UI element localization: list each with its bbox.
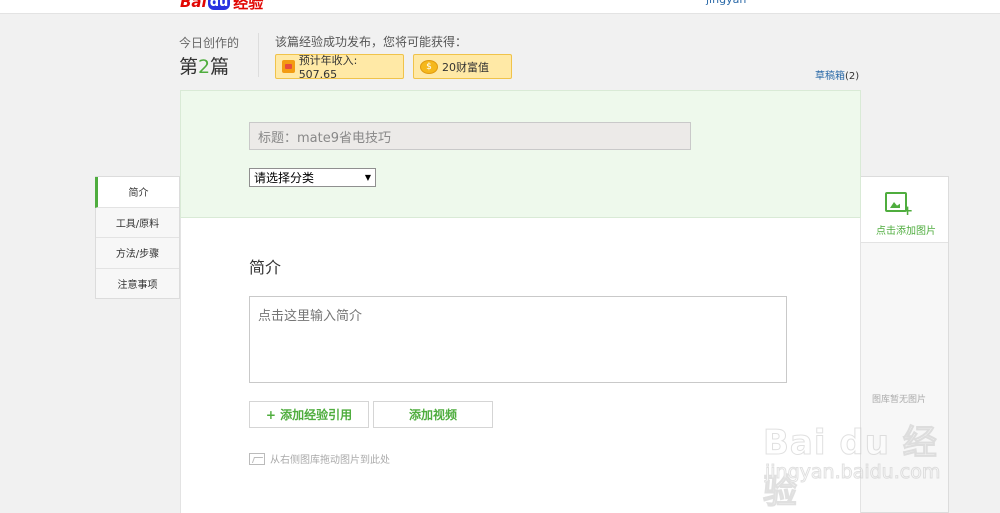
income-label: 预计年收入: 507.65 (298, 54, 358, 81)
coin-icon: $ (420, 59, 438, 74)
category-select[interactable]: 请选择分类 ▼ (249, 168, 376, 187)
side-nav-item-steps[interactable]: 方法/步骤 (96, 238, 179, 269)
section-title: 简介 (249, 258, 282, 277)
today-label: 今日创作的 (179, 36, 240, 50)
side-nav-item-notes[interactable]: 注意事项 (96, 269, 179, 300)
side-nav-item-tools[interactable]: 工具/原料 (96, 208, 179, 238)
today-count: 第2篇 (179, 56, 230, 78)
title-input[interactable] (249, 122, 691, 150)
gallery-empty-text: 图库暂无图片 (872, 395, 927, 405)
income-badge: 预计年收入: 507.65 (275, 54, 404, 81)
title-section (180, 90, 861, 218)
image-icon (249, 452, 265, 465)
user-link[interactable]: jingyan (706, 0, 746, 6)
add-quote-button[interactable]: + 添加经验引用 (249, 401, 369, 428)
wealth-label: 20财富值 (442, 60, 489, 74)
reward-text: 该篇经验成功发布，您将可能获得： (275, 35, 468, 49)
side-nav-item-intro[interactable]: 简介 (95, 177, 179, 208)
baidu-jingyan-logo[interactable]: Bai du 经验 (180, 0, 263, 12)
money-bag-icon (282, 60, 295, 73)
drag-hint: 从右侧图库拖动图片到此处 (249, 451, 390, 466)
drafts-link[interactable]: 草稿箱(2) (815, 67, 859, 82)
divider (258, 33, 259, 77)
intro-textarea[interactable] (249, 296, 787, 383)
add-image-icon[interactable] (885, 192, 913, 219)
wealth-badge: $ 20财富值 (413, 54, 512, 79)
add-video-button[interactable]: 添加视频 (373, 401, 493, 428)
dropdown-arrow-icon: ▼ (364, 173, 371, 182)
category-selected: 请选择分类 (254, 171, 315, 185)
side-nav: 简介 工具/原料 方法/步骤 注意事项 (95, 176, 180, 299)
add-image-label[interactable]: 点击添加图片 (876, 222, 936, 237)
top-bar: Bai du 经验 jingyan (0, 0, 1000, 14)
